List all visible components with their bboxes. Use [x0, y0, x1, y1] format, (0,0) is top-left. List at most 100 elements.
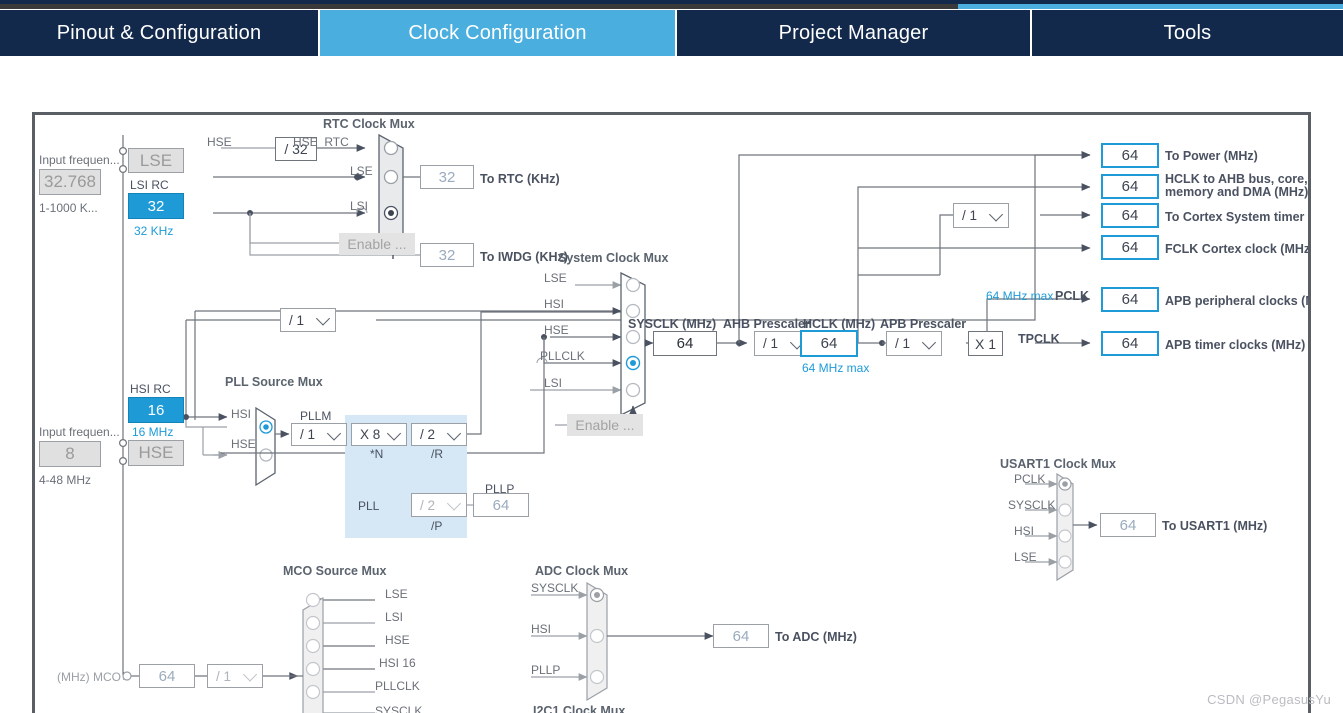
- watermark: CSDN @PegasusYu: [1207, 692, 1331, 707]
- fclk-cortex-value: 64: [1121, 239, 1139, 256]
- apb-timer-multiplier: X 1: [968, 331, 1003, 356]
- lse-node-label: LSE: [139, 150, 173, 170]
- pllr-divider[interactable]: / 2: [411, 423, 467, 446]
- pll-block-label: PLL: [358, 499, 380, 513]
- window-top-strip: [0, 0, 1343, 10]
- cortex-systimer-value-field: 64: [1101, 203, 1159, 228]
- rtc-clock-mux-title: RTC Clock Mux: [323, 117, 415, 131]
- apb-prescaler-value: / 1: [895, 336, 911, 351]
- i2c1-clock-mux-title: I2C1 Clock Mux: [533, 704, 626, 713]
- hse-input-frequency-field[interactable]: 8: [39, 441, 101, 467]
- pll-input-divider-value: / 1: [289, 312, 305, 328]
- tab-clock-configuration[interactable]: Clock Configuration: [320, 10, 677, 56]
- chevron-down-icon: [242, 667, 258, 682]
- to-power-value-field: 64: [1101, 143, 1159, 168]
- hse-node-label: HSE: [138, 443, 174, 462]
- pll-source-input-hse-label: HSE: [231, 437, 256, 451]
- pllp-output-value: 64: [492, 496, 510, 514]
- apb-peripheral-value: 64: [1121, 291, 1139, 308]
- tpclk-label: TPCLK: [1018, 332, 1060, 346]
- mco-source-mux-title: MCO Source Mux: [283, 564, 387, 578]
- plln-multiplier[interactable]: X 8: [351, 423, 407, 446]
- to-iwdg-label: To IWDG (KHz): [480, 250, 568, 264]
- lse-input-frequency-value: 32.768: [44, 172, 96, 191]
- plln-label: *N: [370, 447, 384, 461]
- apb-timer-value-field: 64: [1101, 331, 1159, 356]
- to-adc-value-field: 64: [713, 624, 769, 648]
- hse-input-frequency-caption: Input frequen...: [39, 425, 120, 439]
- mco-input-hsi16-label: HSI 16: [379, 656, 416, 670]
- to-rtc-value: 32: [438, 168, 456, 186]
- hclk-ahb-label: HCLK to AHB bus, core, memory and DMA (M…: [1165, 172, 1309, 199]
- sysmux-input-hse-label: HSE: [544, 323, 569, 337]
- chevron-down-icon: [326, 425, 342, 441]
- chevron-down-icon: [921, 334, 937, 350]
- apb-timer-multiplier-value: X 1: [974, 335, 996, 352]
- usart1-clock-mux-title: USART1 Clock Mux: [1000, 457, 1116, 471]
- chevron-down-icon: [446, 496, 462, 511]
- mco-input-hse-label: HSE: [385, 633, 410, 647]
- adc-input-hsi-label: HSI: [531, 622, 552, 636]
- tab-project-manager[interactable]: Project Manager: [677, 10, 1032, 56]
- usart1-input-pclk-label: PCLK: [1014, 472, 1046, 486]
- hclk-label: HCLK (MHz): [803, 317, 876, 331]
- fclk-cortex-value-field: 64: [1101, 235, 1159, 260]
- ahb-prescaler-value: / 1: [763, 336, 779, 351]
- hsi-rc-title: HSI RC: [130, 382, 171, 396]
- lse-range-label: 1-1000 K...: [39, 201, 98, 215]
- clock-tree-canvas[interactable]: Input frequen... 32.768 1-1000 K... LSE …: [32, 112, 1311, 713]
- lse-input-frequency-field[interactable]: 32.768: [39, 169, 101, 195]
- rtc-mux-input-lse-label: LSE: [350, 164, 373, 178]
- adc-input-sysclk-label: SYSCLK: [531, 581, 579, 595]
- tab-tools-label: Tools: [1163, 21, 1212, 44]
- hse-input-frequency-value: 8: [65, 444, 75, 463]
- mco-divider[interactable]: / 1: [207, 664, 263, 688]
- system-clock-enable-button[interactable]: Enable ...: [567, 414, 643, 436]
- tab-pinout-configuration[interactable]: Pinout & Configuration: [0, 10, 320, 56]
- pllm-divider[interactable]: / 1: [291, 423, 347, 446]
- pllr-divider-value: / 2: [420, 427, 436, 442]
- mco-input-sysclk-label: SYSCLK: [375, 704, 423, 713]
- tab-project-label: Project Manager: [778, 21, 929, 44]
- pll-input-divider[interactable]: / 1: [280, 308, 336, 332]
- to-usart1-value: 64: [1119, 516, 1137, 534]
- pll-source-input-hsi-label: HSI: [231, 407, 252, 421]
- chevron-down-icon: [386, 425, 402, 441]
- rtc-hse-input-label: HSE: [207, 135, 232, 149]
- cortex-systick-divider[interactable]: / 1: [953, 203, 1009, 228]
- usart1-input-lse-label: LSE: [1014, 550, 1037, 564]
- sysmux-input-lsi-label: LSI: [544, 376, 563, 390]
- usart1-input-sysclk-label: SYSCLK: [1008, 498, 1056, 512]
- fclk-cortex-label: FCLK Cortex clock (MHz): [1165, 242, 1311, 256]
- top-strip-dark: [0, 4, 958, 9]
- lsi-rc-value-field[interactable]: 32: [128, 193, 184, 219]
- system-clock-enable-label: Enable ...: [575, 417, 635, 433]
- cortex-systimer-label: To Cortex System timer (MHz): [1165, 210, 1308, 224]
- rtc-enable-button[interactable]: Enable ...: [339, 233, 415, 255]
- apb-prescaler-select[interactable]: / 1: [886, 331, 942, 356]
- sysclk-value-field: 64: [653, 331, 717, 356]
- rtc-enable-label: Enable ...: [347, 236, 407, 252]
- lsi-rc-unit: 32 KHz: [134, 224, 174, 238]
- hclk-value: 64: [820, 335, 838, 352]
- hclk-value-field[interactable]: 64: [800, 330, 858, 357]
- rtc-mux-input-hse-rtc-label: HSE_RTC: [293, 135, 349, 149]
- sysclk-label: SYSCLK (MHz): [628, 317, 717, 331]
- hse-range-label: 4-48 MHz: [39, 473, 92, 487]
- lsi-rc-title: LSI RC: [130, 178, 169, 192]
- to-rtc-value-field: 32: [420, 165, 474, 189]
- ahb-prescaler-label: AHB Prescaler: [723, 317, 810, 331]
- cortex-systimer-value: 64: [1121, 207, 1139, 224]
- pllp-divider[interactable]: / 2: [411, 493, 467, 517]
- chevron-down-icon: [988, 206, 1004, 222]
- tab-tools[interactable]: Tools: [1032, 10, 1343, 56]
- pclk-max-label: 64 MHz max: [986, 289, 1054, 303]
- hsi-rc-value-field[interactable]: 16: [128, 397, 184, 423]
- lse-node-button[interactable]: LSE: [128, 148, 184, 173]
- usart1-input-hsi-label: HSI: [1014, 524, 1035, 538]
- hse-node-button[interactable]: HSE: [128, 440, 184, 466]
- lse-input-frequency-caption: Input frequen...: [39, 153, 120, 167]
- tab-clock-label: Clock Configuration: [408, 21, 587, 44]
- sysclk-value: 64: [676, 335, 694, 352]
- hclk-ahb-value-field: 64: [1101, 174, 1159, 199]
